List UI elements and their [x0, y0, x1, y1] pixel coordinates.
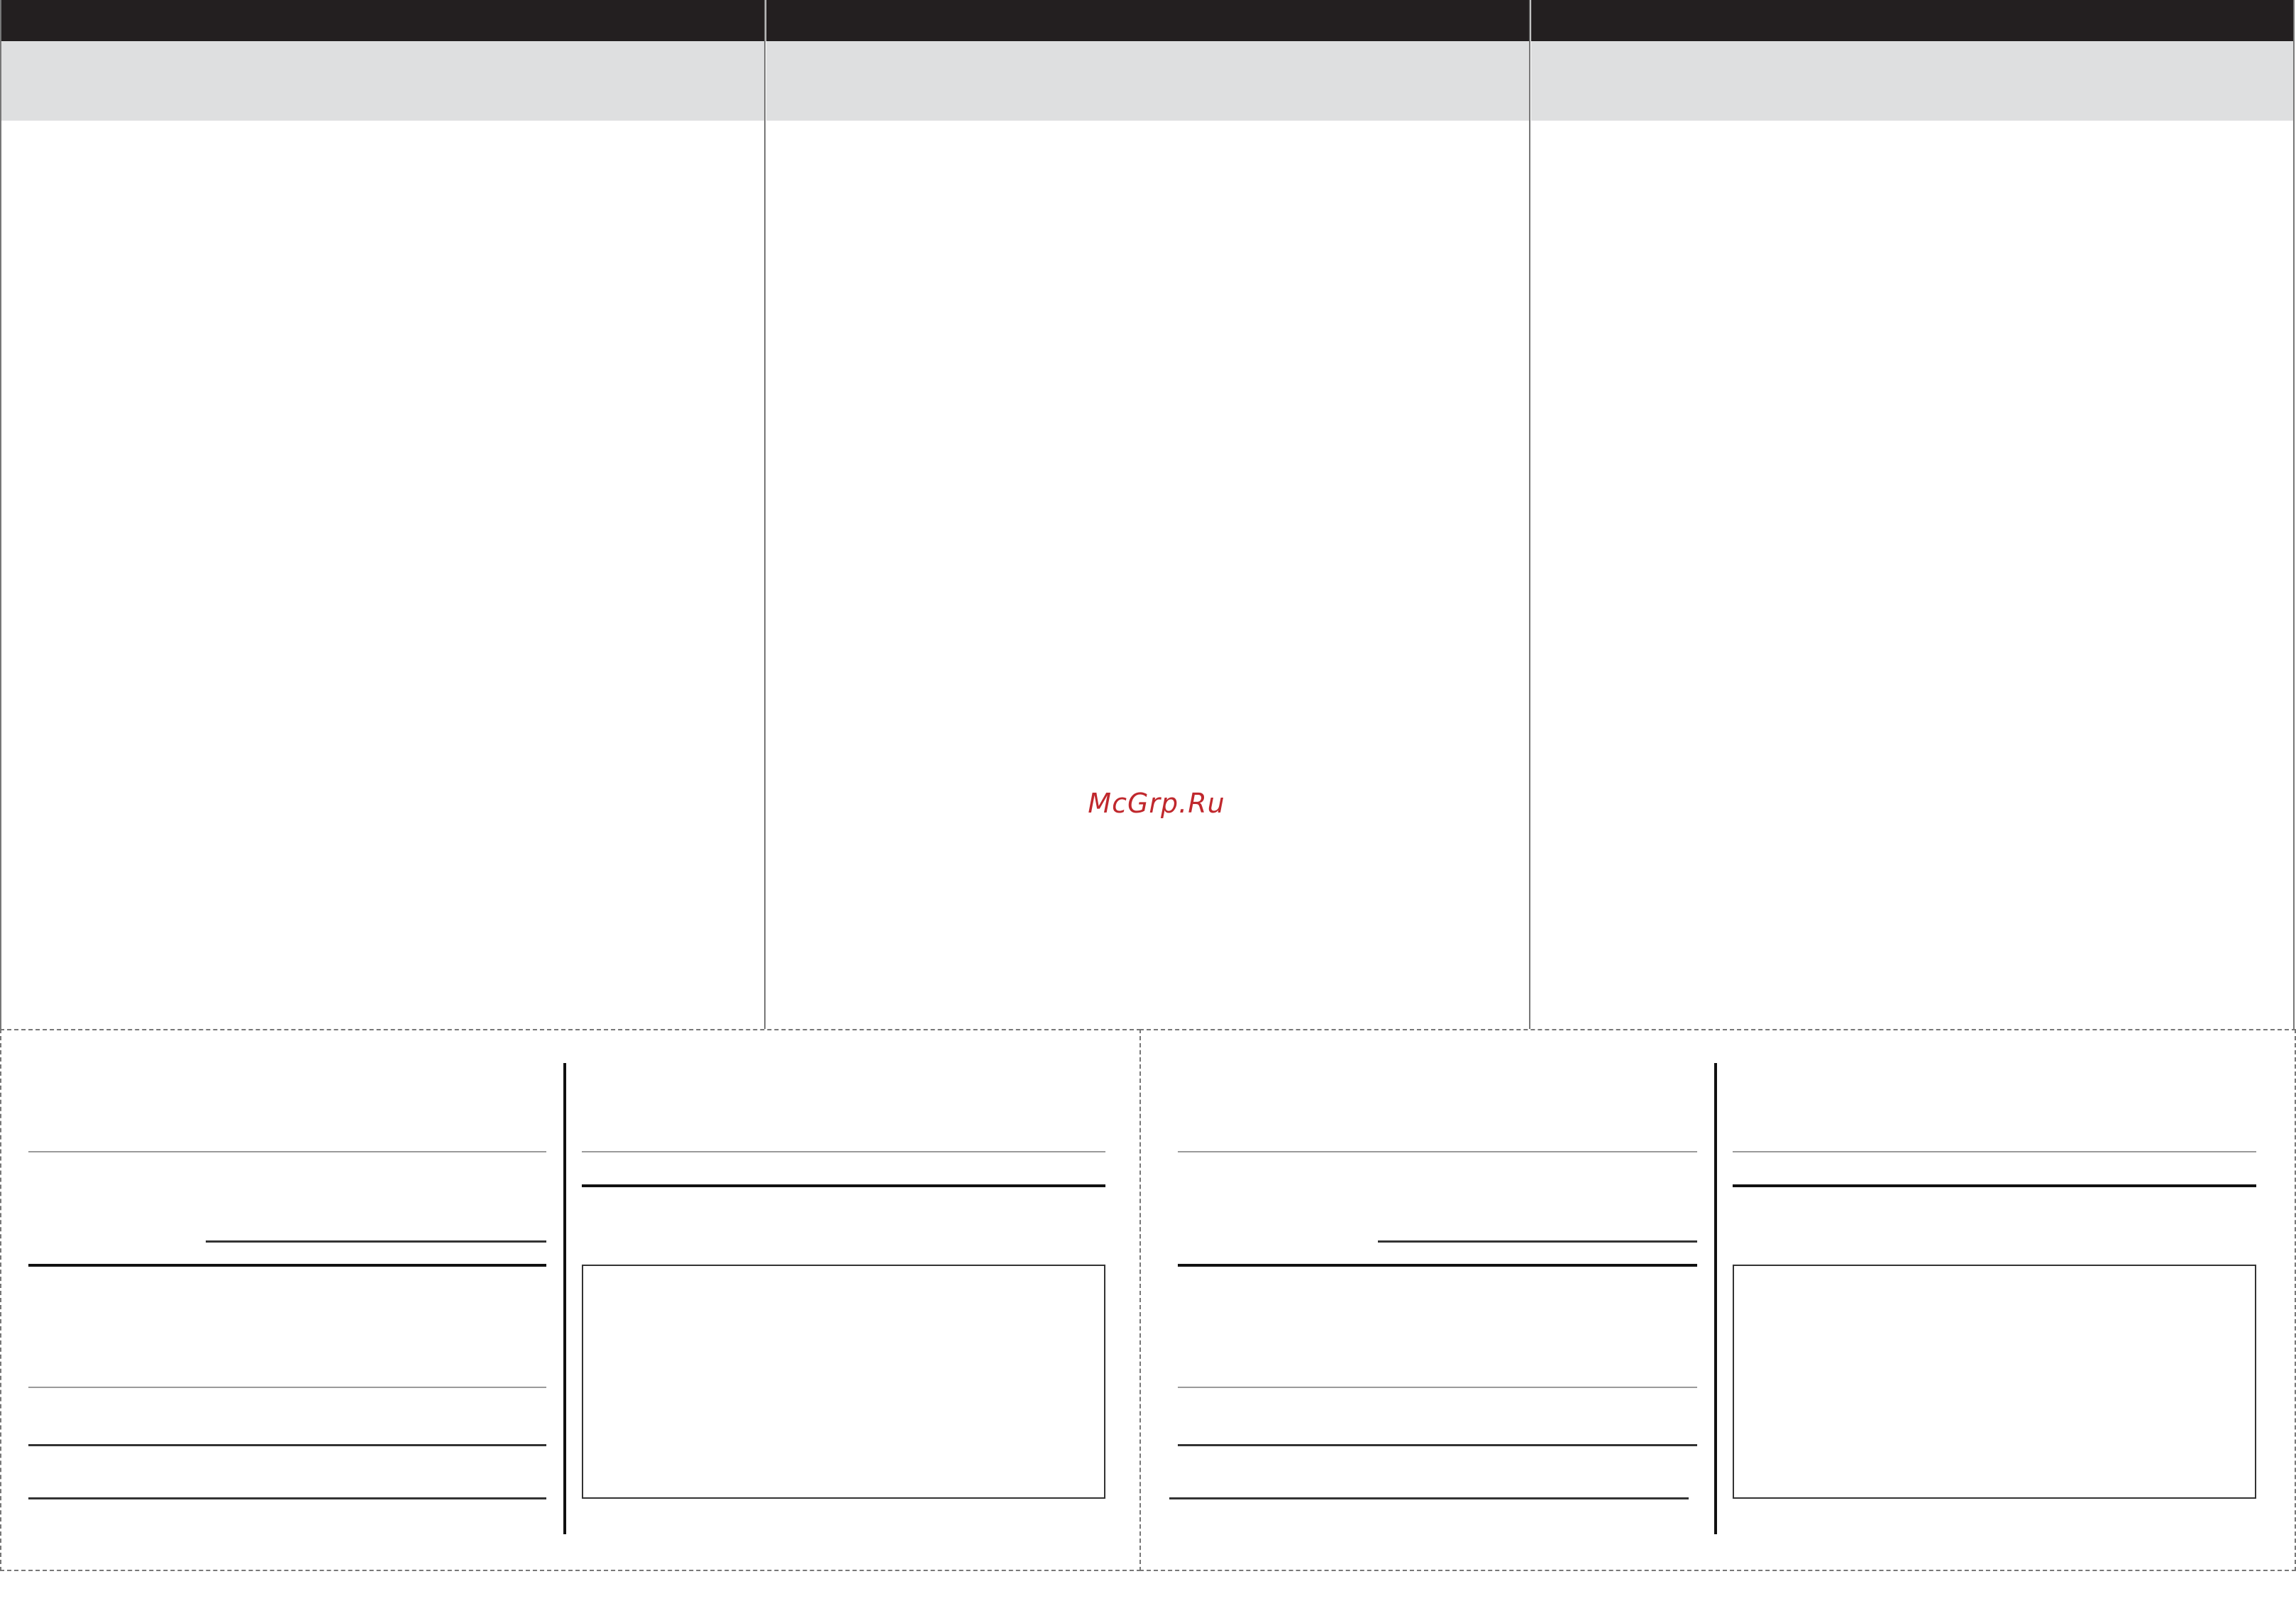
column-3-header-bar — [1531, 0, 2295, 41]
coupon-left — [0, 1029, 1141, 1571]
column-1-body — [1, 121, 765, 1029]
coupon-right-right-line-2 — [1733, 1184, 2256, 1187]
coupon-right-line-6 — [1169, 1497, 1689, 1499]
column-divider-2 — [1529, 0, 1530, 1029]
column-1-header-bar — [1, 0, 765, 41]
coupon-left-line-6 — [28, 1497, 546, 1499]
coupon-right-line-1 — [1178, 1151, 1697, 1152]
coupon-right-line-2-short — [1378, 1240, 1697, 1243]
coupon-right-line-4 — [1178, 1387, 1697, 1388]
coupon-right — [1139, 1029, 2296, 1571]
coupon-left-right-line-1 — [582, 1151, 1105, 1152]
column-2 — [766, 0, 1530, 1029]
column-3-body — [1531, 121, 2295, 1029]
coupon-left-divider — [563, 1063, 566, 1534]
coupon-right-line-3 — [1178, 1264, 1697, 1267]
column-2-subheader — [766, 41, 1530, 122]
coupon-left-right-line-2 — [582, 1184, 1105, 1187]
coupon-right-line-5 — [1178, 1444, 1697, 1446]
column-1 — [1, 0, 765, 1029]
column-3 — [1531, 0, 2295, 1029]
column-2-header-bar — [766, 0, 1530, 41]
coupon-left-line-4 — [28, 1387, 546, 1388]
coupon-left-line-1 — [28, 1151, 546, 1152]
column-1-subheader — [1, 41, 765, 122]
column-divider-right-edge — [2293, 0, 2295, 1029]
coupon-right-divider — [1714, 1063, 1717, 1534]
coupon-left-line-2-short — [206, 1240, 546, 1243]
coupon-left-line-3 — [28, 1264, 546, 1267]
coupon-left-line-5 — [28, 1444, 546, 1446]
column-divider-1 — [764, 0, 766, 1029]
column-3-subheader — [1531, 41, 2295, 122]
coupon-left-stamp-box — [582, 1265, 1105, 1499]
coupon-right-right-line-1 — [1733, 1151, 2256, 1152]
coupon-right-stamp-box — [1733, 1265, 2256, 1499]
column-2-body — [766, 121, 1530, 1029]
watermark-text: McGrp.Ru — [1088, 788, 1225, 819]
column-divider-left-edge — [0, 0, 1, 1029]
